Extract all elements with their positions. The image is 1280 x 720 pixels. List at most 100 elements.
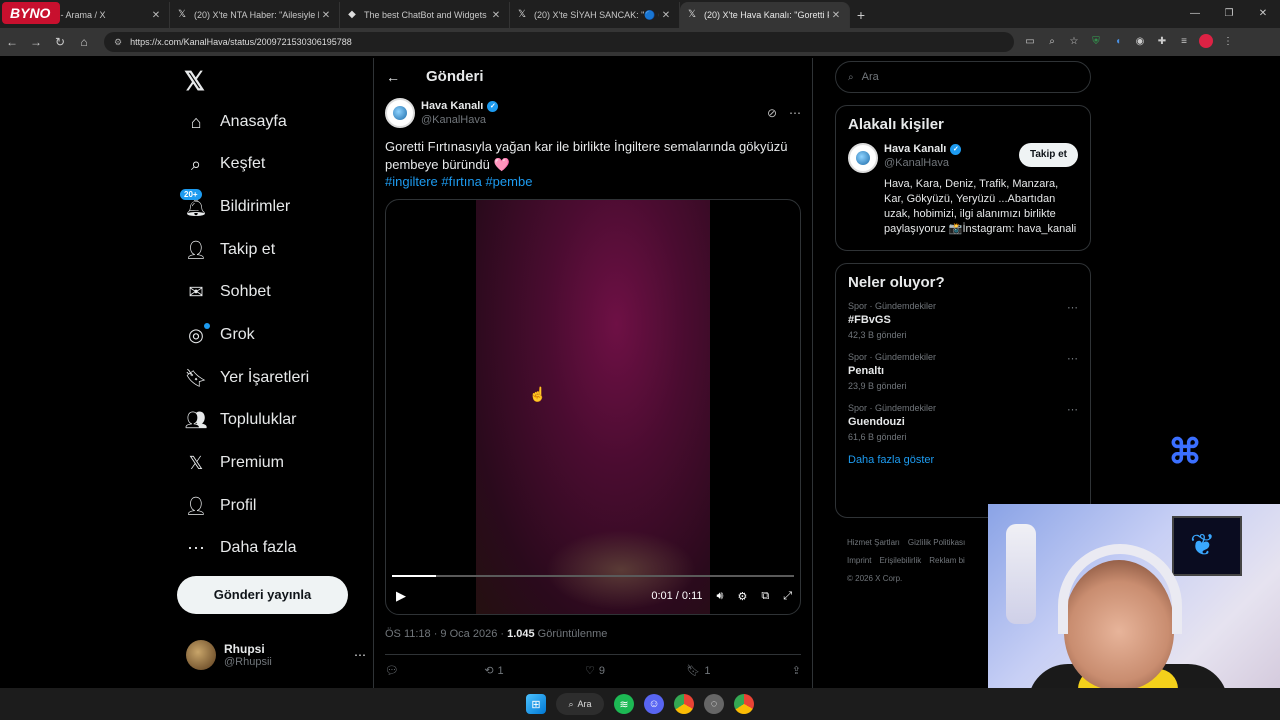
nav-notifications[interactable]: 🔔︎ 20+ Bildirimler (180, 187, 290, 227)
pip-icon[interactable]: ⧉ (761, 590, 769, 603)
author-handle[interactable]: @KanalHava (421, 114, 498, 126)
reply-button[interactable]: 💬︎ (385, 664, 403, 677)
fullscreen-icon[interactable]: ⤢ (783, 590, 792, 603)
bookmark-star-icon[interactable]: ☆ (1066, 34, 1082, 50)
close-icon[interactable]: ✕ (659, 10, 673, 21)
show-more-link[interactable]: Daha fazla göster (836, 454, 1090, 480)
nav-home[interactable]: ⌂ Anasayfa (184, 102, 287, 142)
post-button[interactable]: Gönderi yayınla (177, 576, 348, 614)
x-logo-icon[interactable]: 𝕏 (184, 66, 205, 97)
tab-title: (20) X'te SİYAH SANCAK: "🔵 ⚫ (534, 9, 659, 20)
video-player[interactable]: ☝ ▶ 0:01 / 0:11 🔊︎ ⚙ ⧉ ⤢ (385, 199, 801, 615)
audio-extension-icon[interactable]: ◖ (1110, 34, 1126, 50)
more-icon[interactable]: ⋯ (1067, 403, 1078, 416)
taskbar-search-label: Ara (577, 699, 592, 709)
wall-art: ❦ (1172, 516, 1242, 576)
tweet-timestamp[interactable]: ÖS 11:18 · 9 Oca 2026 · (385, 628, 507, 640)
discord-icon[interactable]: ☺ (644, 694, 664, 714)
close-icon[interactable]: ✕ (319, 10, 333, 21)
close-window-icon[interactable]: ✕ (1246, 0, 1280, 28)
footer-link[interactable]: Erişilebilirlik (879, 556, 921, 565)
forward-icon[interactable]: → (24, 35, 48, 49)
nav-profile[interactable]: 👤︎ Profil (184, 486, 257, 526)
profile-avatar-icon[interactable] (1198, 34, 1214, 50)
footer-link[interactable]: Gizlilik Politikası (908, 538, 965, 547)
chrome-icon[interactable] (674, 694, 694, 714)
pink-heart-emoji: 🩷 (493, 157, 510, 172)
related-person[interactable]: Hava Kanalı ✓ @KanalHava Takip et (836, 143, 1090, 173)
footer-link[interactable]: Hizmet Şartları (847, 538, 900, 547)
close-icon[interactable]: ✕ (149, 10, 163, 21)
new-tab-button[interactable]: + (850, 2, 872, 28)
nav-explore[interactable]: ⌕ Keşfet (184, 144, 265, 184)
close-icon[interactable]: ✕ (489, 10, 503, 21)
zoom-icon[interactable]: ⌕ (1044, 34, 1060, 50)
tweet-actions: 💬︎ ⟲ 1 ♡ 9 🔖︎ 1 ⇪ (385, 664, 801, 678)
browser-tab[interactable]: 𝕏 (20) X'te SİYAH SANCAK: "🔵 ⚫ ✕ (510, 2, 680, 28)
shield-extension-icon[interactable]: ⛨ (1088, 34, 1104, 50)
panel-title: Neler oluyor? (848, 274, 945, 291)
avatar[interactable] (385, 98, 415, 128)
trend-item[interactable]: Spor · Gündemdekiler #FBvGS 42,3 B gönde… (836, 301, 1090, 340)
nav-grok[interactable]: ◎ Grok (184, 315, 255, 355)
follow-button[interactable]: Takip et (1018, 143, 1078, 167)
search-input[interactable]: ⌕ Ara (835, 61, 1091, 93)
related-handle[interactable]: @KanalHava (884, 157, 1019, 169)
footer-link[interactable]: Imprint (847, 556, 871, 565)
puzzle-icon[interactable]: ✚ (1154, 34, 1170, 50)
cast-icon[interactable]: ▭ (1022, 34, 1038, 50)
volume-icon[interactable]: 🔊︎ (717, 590, 724, 603)
nav-more[interactable]: ⋯ Daha fazla (184, 528, 297, 568)
nav-messages[interactable]: ✉ Sohbet (184, 272, 270, 312)
trend-item[interactable]: Spor · Gündemdekiler Penaltı 23,9 B gönd… (836, 352, 1090, 391)
microphone (1006, 524, 1036, 624)
video-progress-bar[interactable] (392, 575, 794, 577)
reload-icon[interactable]: ↻ (48, 35, 72, 49)
diamond-icon: ◆ (348, 9, 356, 20)
hashtags[interactable]: #ingiltere #fırtına #pembe (385, 174, 532, 189)
extension-icon[interactable]: ◉ (1132, 34, 1148, 50)
account-switcher[interactable]: Rhupsi @Rhupsii ⋯ (186, 640, 366, 670)
grok-explain-icon[interactable]: ⊘ (767, 106, 777, 120)
chrome-profile-icon[interactable] (734, 694, 754, 714)
media-icon[interactable]: ≡ (1176, 34, 1192, 50)
restore-icon[interactable]: ❐ (1212, 0, 1246, 28)
nav-follow[interactable]: 👤︎ Takip et (184, 230, 276, 270)
browser-tab-active[interactable]: 𝕏 (20) X'te Hava Kanalı: "Goretti F ✕ (680, 2, 850, 28)
like-button[interactable]: ♡ 9 (585, 664, 605, 678)
address-bar[interactable]: ⚙ https://x.com/KanalHava/status/2009721… (104, 32, 1014, 52)
communities-icon: 👥︎ (184, 409, 208, 430)
bookmark-button[interactable]: 🔖︎ 1 (686, 664, 710, 678)
more-icon[interactable]: ⋯ (1067, 301, 1078, 314)
x-icon: 𝕏 (517, 9, 527, 20)
nav-bookmarks[interactable]: 🔖︎ Yer İşaretleri (184, 358, 310, 398)
avatar[interactable] (848, 143, 878, 173)
trend-category: Spor · Gündemdekiler (848, 403, 937, 413)
more-icon[interactable]: ⋯ (354, 648, 366, 662)
app-icon[interactable]: ◌ (704, 694, 724, 714)
back-arrow-icon[interactable]: ← (386, 69, 406, 85)
site-info-icon[interactable]: ⚙ (114, 37, 122, 48)
more-icon[interactable]: ⋯ (789, 106, 801, 120)
home-icon[interactable]: ⌂ (72, 35, 96, 49)
windows-start-icon[interactable]: ⊞ (526, 694, 546, 714)
repost-button[interactable]: ⟲ 1 (484, 664, 503, 678)
related-name[interactable]: Hava Kanalı (884, 143, 946, 155)
nav-communities[interactable]: 👥︎ Topluluklar (184, 400, 297, 440)
more-icon[interactable]: ⋯ (1067, 352, 1078, 365)
menu-icon[interactable]: ⋮ (1220, 34, 1236, 50)
back-icon[interactable]: ← (0, 35, 24, 49)
browser-tab[interactable]: ◆ The best ChatBot and Widgets ✕ (340, 2, 510, 28)
minimize-icon[interactable]: — (1178, 0, 1212, 28)
taskbar-search[interactable]: ⌕ Ara (556, 693, 604, 715)
close-icon[interactable]: ✕ (829, 10, 843, 21)
browser-tab[interactable]: 𝕏 (20) X'te NTA Haber: "Ailesiyle b ✕ (170, 2, 340, 28)
share-button[interactable]: ⇪ (792, 664, 801, 677)
author-name[interactable]: Hava Kanalı (421, 100, 483, 112)
play-icon[interactable]: ▶ (396, 588, 406, 604)
settings-icon[interactable]: ⚙ (737, 590, 747, 603)
nav-premium[interactable]: 𝕏 Premium (184, 443, 284, 483)
spotify-icon[interactable]: ≋ (614, 694, 634, 714)
footer-link[interactable]: Reklam bi (929, 556, 965, 565)
trend-item[interactable]: Spor · Gündemdekiler Guendouzi 61,6 B gö… (836, 403, 1090, 442)
